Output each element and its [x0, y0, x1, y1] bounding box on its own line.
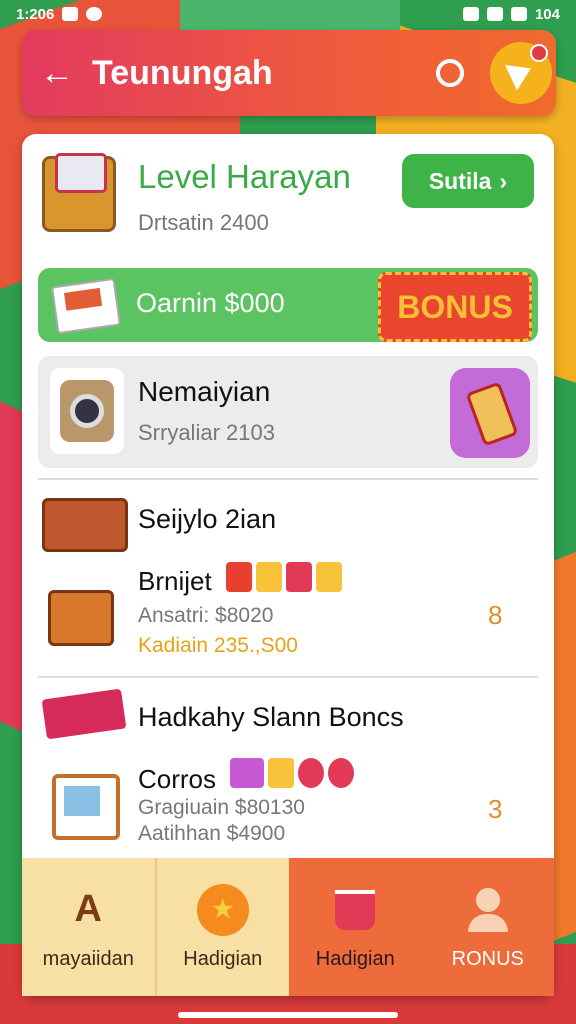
row-detail: Aatihhan $4900 — [138, 822, 286, 845]
nav-item-drinks[interactable]: Hadigian — [289, 858, 422, 996]
home-icon: A — [74, 888, 102, 930]
row-detail: Gragiuain $80130 — [138, 796, 305, 819]
level-title: Level Harayan — [138, 158, 351, 195]
gift-box-icon — [230, 758, 264, 788]
gift-tag-icon — [256, 562, 282, 592]
notification-dot — [530, 44, 548, 62]
row-count: 8 — [488, 600, 503, 630]
coin-icon: ★ — [196, 883, 249, 936]
row-title: Corros — [138, 764, 217, 794]
tablet-icon — [52, 774, 120, 840]
featured-title: Nemaiyian — [138, 376, 271, 407]
gift-tag-icon — [316, 562, 342, 592]
nav-label: RONUS — [451, 947, 524, 970]
featured-subtitle: Srryaliar 2103 — [138, 420, 275, 445]
row-amount: Kadiain 235.,S00 — [138, 634, 298, 657]
status-bar: 1:206 104 — [0, 0, 576, 28]
bottom-nav: A mayaiidan ★ Hadigian Hadigian RONUS — [22, 858, 554, 996]
notification-icon — [62, 7, 79, 21]
nav-label: Hadigian — [315, 947, 395, 970]
bonus-badge[interactable]: BONUS — [378, 272, 532, 342]
jar-app-icon[interactable] — [450, 368, 530, 458]
gift-tag-icon — [298, 758, 324, 788]
battery-icon — [510, 7, 527, 21]
nav-label: Hadigian — [183, 947, 263, 970]
ticket-book-icon — [50, 277, 122, 335]
person-icon — [462, 884, 514, 936]
ribbon-banner-icon — [41, 688, 127, 740]
divider — [38, 478, 538, 480]
section-title: Hadkahy Slann Boncs — [138, 702, 404, 732]
gift-tag-icon — [328, 758, 354, 788]
nav-item-bonus[interactable]: RONUS — [421, 858, 554, 996]
section-title: Seijylo 2ian — [138, 504, 277, 534]
promo-bar[interactable]: Oarnin $000 BONUS — [38, 268, 538, 342]
level-action-label: Sutila — [428, 167, 492, 194]
gift-tag-icon — [286, 562, 312, 592]
camera-icon — [50, 368, 124, 454]
promo-bar-text: Oarnin $000 — [136, 288, 285, 318]
gift-tags — [226, 562, 342, 592]
signal-icon — [486, 7, 503, 21]
level-panel: Level Harayan Drtsatin 2400 Sutila › — [22, 134, 554, 254]
divider — [38, 676, 538, 678]
crate-icon — [48, 590, 114, 646]
chevron-right-icon: › — [499, 167, 508, 194]
level-box-icon — [42, 153, 116, 232]
level-subtitle: Drtsatin 2400 — [138, 210, 269, 235]
cup-icon — [329, 884, 381, 936]
nav-item-home[interactable]: A mayaiidan — [22, 858, 157, 996]
profile-icon[interactable] — [424, 47, 476, 99]
gift-tag-icon — [268, 758, 294, 788]
gift-boxes — [230, 758, 354, 788]
row-title: Brnijet — [138, 566, 212, 596]
nav-item-rewards[interactable]: ★ Hadigian — [156, 858, 289, 996]
level-action-button[interactable]: Sutila › — [402, 154, 534, 208]
treasure-chest-icon — [42, 498, 128, 552]
gift-tag-icon — [226, 562, 252, 592]
bluetooth-icon — [462, 7, 479, 21]
status-time: 1:206 — [16, 5, 55, 23]
app-bar: ← Teunungah — [22, 30, 556, 116]
app-notification-icon — [86, 7, 103, 21]
row-count: 3 — [488, 794, 503, 824]
battery-level: 104 — [534, 5, 560, 23]
page-title: Teunungah — [92, 53, 273, 92]
home-indicator[interactable] — [178, 1012, 398, 1018]
promo-play-icon[interactable] — [490, 42, 552, 104]
row-detail: Ansatri: $8020 — [138, 604, 274, 627]
featured-item[interactable]: Nemaiyian Srryaliar 2103 — [38, 356, 538, 468]
nav-label: mayaiidan — [42, 947, 134, 970]
back-button[interactable]: ← — [22, 54, 92, 93]
